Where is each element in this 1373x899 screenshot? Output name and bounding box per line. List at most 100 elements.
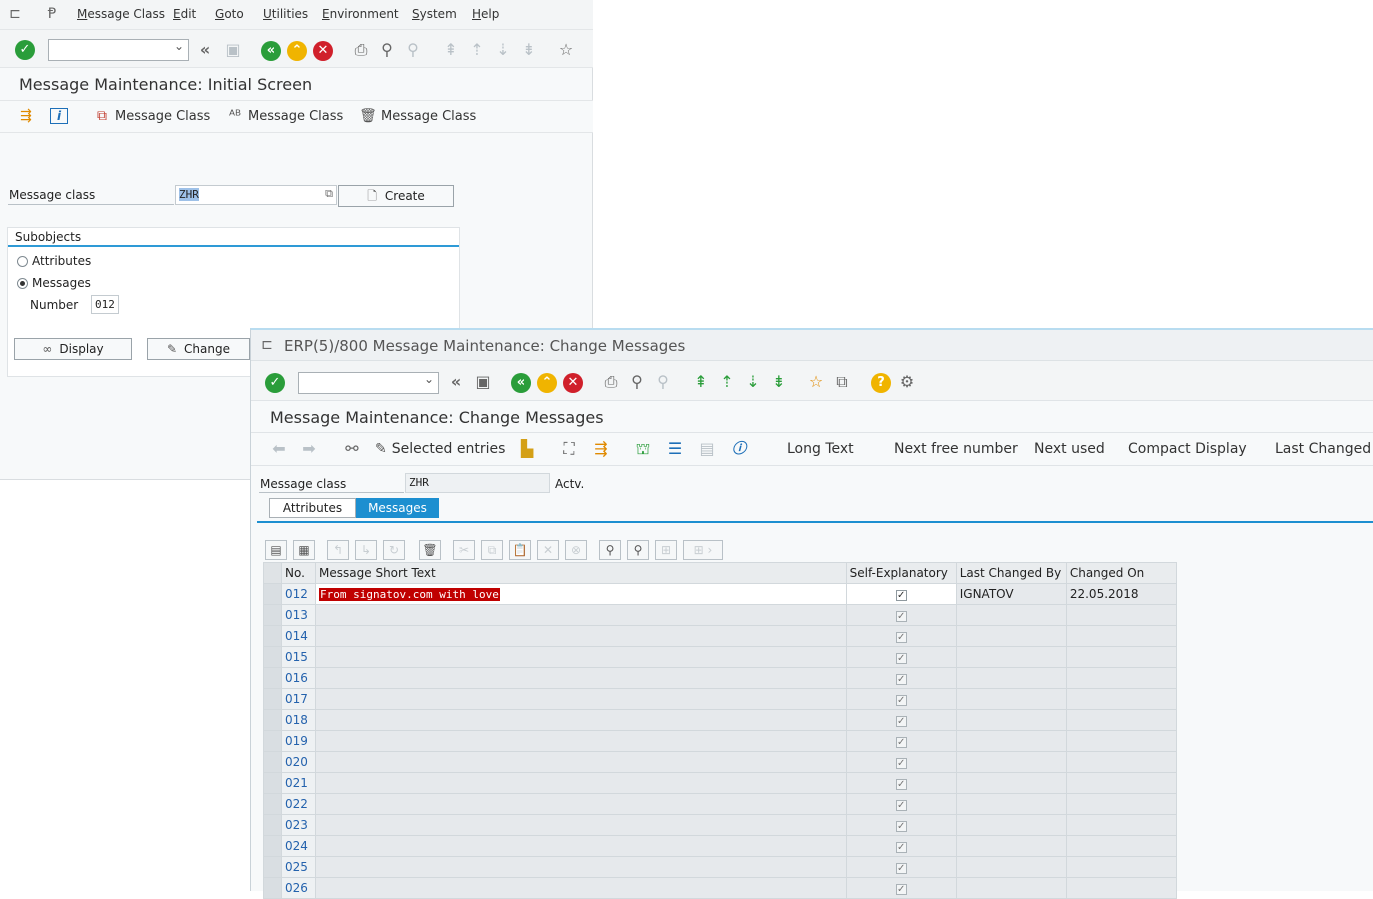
create-session-icon[interactable]: ☆	[555, 39, 577, 61]
value-help-icon[interactable]: ⧉	[325, 187, 333, 201]
message-number[interactable]: 017	[281, 688, 317, 710]
cut-row-icon[interactable]: ✂	[453, 540, 475, 560]
selected-entries-button[interactable]: ✎ Selected entries	[375, 441, 505, 457]
details-icon[interactable]: ▤	[265, 540, 287, 560]
message-short-text-cell[interactable]	[315, 604, 847, 626]
self-explanatory-checkbox[interactable]: ✓	[895, 884, 907, 895]
message-short-text-cell[interactable]	[315, 730, 847, 752]
message-short-text-cell[interactable]	[315, 856, 847, 878]
self-explanatory-checkbox[interactable]: ✓	[895, 821, 907, 832]
menu-system[interactable]: System	[412, 7, 457, 21]
message-class-input[interactable]: ZHR ⧉	[175, 185, 337, 205]
self-explanatory-checkbox[interactable]: ✓	[895, 674, 907, 685]
last-page-icon[interactable]: ⇟	[518, 39, 540, 61]
table-row[interactable]: 012 From signatov.com with love ✓ IGNATOV 22…	[262, 583, 1178, 605]
table-row[interactable]: 015 ✓	[262, 646, 1178, 668]
where-used-icon[interactable]: ⛫	[632, 438, 654, 460]
self-explanatory-checkbox[interactable]: ✓	[895, 779, 907, 790]
row-selector[interactable]	[262, 835, 283, 857]
message-short-text-cell[interactable]	[315, 709, 847, 731]
message-short-text-cell[interactable]	[315, 772, 847, 794]
self-explanatory-checkbox[interactable]: ✓	[895, 758, 907, 769]
self-explanatory-checkbox[interactable]: ✓	[895, 737, 907, 748]
last-page-icon[interactable]: ⇟	[768, 371, 790, 393]
message-short-text-cell[interactable]	[315, 814, 847, 836]
tab-messages[interactable]: Messages	[356, 498, 439, 518]
previous-page-icon[interactable]: ⇡	[716, 371, 738, 393]
undo-icon[interactable]: ⊗	[565, 540, 587, 560]
row-selector[interactable]	[262, 814, 283, 836]
copy-row-icon[interactable]: ⧉	[481, 540, 503, 560]
navigation-icon[interactable]: ☰	[664, 438, 686, 460]
row-selector[interactable]	[262, 709, 283, 731]
table-row[interactable]: 019 ✓	[262, 730, 1178, 752]
row-selector[interactable]	[262, 604, 283, 626]
copy-message-class-button[interactable]: ⧉ Message Class	[93, 108, 210, 124]
find-icon[interactable]: ⚲	[376, 39, 398, 61]
table-row[interactable]: 021 ✓	[262, 772, 1178, 794]
message-short-text-cell[interactable]	[315, 688, 847, 710]
enter-icon[interactable]: ✓	[265, 373, 285, 393]
self-explanatory-checkbox[interactable]: ✓	[895, 863, 907, 874]
self-explanatory-checkbox[interactable]: ✓	[895, 632, 907, 643]
back-icon[interactable]: «	[261, 41, 281, 61]
display-change-icon[interactable]: ⚯	[341, 438, 363, 460]
message-number[interactable]: 020	[281, 751, 317, 773]
menu-icon[interactable]: ⊏	[7, 6, 23, 22]
message-short-text-cell[interactable]	[315, 835, 847, 857]
settings-gear-icon[interactable]: ⚙	[896, 371, 918, 393]
self-explanatory-checkbox[interactable]: ✓	[895, 716, 907, 727]
long-text-button[interactable]: Long Text	[787, 441, 854, 457]
col-header-last-changed-by[interactable]: Last Changed By	[955, 562, 1067, 584]
col-header-self-explanatory[interactable]: Self-Explanatory	[845, 562, 957, 584]
compact-display-button[interactable]: Compact Display	[1128, 441, 1247, 457]
display-button[interactable]: ∞ Display	[14, 338, 132, 360]
arrow-right-icon[interactable]: ➡	[298, 438, 320, 460]
change-button[interactable]: ✎ Change	[147, 338, 250, 360]
self-explanatory-checkbox[interactable]: ✓	[895, 590, 907, 601]
table-row[interactable]: 017 ✓	[262, 688, 1178, 710]
info-button[interactable]: i	[50, 108, 72, 124]
previous-page-icon[interactable]: ⇡	[466, 39, 488, 61]
message-number[interactable]: 015	[281, 646, 317, 668]
select-all-icon[interactable]: ▦	[293, 540, 315, 560]
find-icon[interactable]: ⚲	[599, 540, 621, 560]
message-short-text-cell[interactable]	[315, 877, 847, 899]
print-icon[interactable]: ⎙	[350, 39, 372, 61]
self-explanatory-checkbox[interactable]: ✓	[895, 695, 907, 706]
cancel-icon[interactable]: ✕	[313, 41, 333, 61]
find-next-icon[interactable]: ⚲	[627, 540, 649, 560]
tab-attributes[interactable]: Attributes	[269, 498, 356, 518]
menu-message-class[interactable]: Message Class	[77, 7, 165, 21]
create-button[interactable]: 🗋 Create	[338, 185, 454, 207]
self-explanatory-checkbox[interactable]: ✓	[895, 611, 907, 622]
hierarchy-icon[interactable]: ⇶	[590, 438, 612, 460]
table-row[interactable]: 014 ✓	[262, 625, 1178, 647]
table-row[interactable]: 026 ✓	[262, 877, 1178, 899]
collapse-icon[interactable]: «	[194, 39, 216, 61]
table-row[interactable]: 025 ✓	[262, 856, 1178, 878]
message-short-text-cell[interactable]	[315, 793, 847, 815]
save-icon[interactable]: ▣	[222, 39, 244, 61]
message-short-text-cell[interactable]	[315, 751, 847, 773]
table-row[interactable]: 022 ✓	[262, 793, 1178, 815]
find-next-icon[interactable]: ⚲	[402, 39, 424, 61]
table-row[interactable]: 016 ✓	[262, 667, 1178, 689]
delete-row-icon[interactable]: 🗑	[419, 540, 441, 560]
message-number[interactable]: 013	[281, 604, 317, 626]
message-short-text-cell[interactable]	[315, 667, 847, 689]
table-icon[interactable]: ▤	[696, 438, 718, 460]
message-number[interactable]: 021	[281, 772, 317, 794]
attributes-radio[interactable]	[17, 256, 28, 267]
move-down-icon[interactable]: ↳	[355, 540, 377, 560]
col-header-short-text[interactable]: Message Short Text	[315, 562, 847, 584]
message-number[interactable]: 012	[281, 583, 317, 605]
message-number[interactable]: 023	[281, 814, 317, 836]
message-number[interactable]: 018	[281, 709, 317, 731]
next-used-button[interactable]: Next used	[1034, 441, 1105, 457]
command-field[interactable]	[48, 39, 189, 61]
table-row[interactable]: 023 ✓	[262, 814, 1178, 836]
next-page-icon[interactable]: ⇣	[742, 371, 764, 393]
menu-edit[interactable]: Edit	[173, 7, 196, 21]
message-number[interactable]: 025	[281, 856, 317, 878]
